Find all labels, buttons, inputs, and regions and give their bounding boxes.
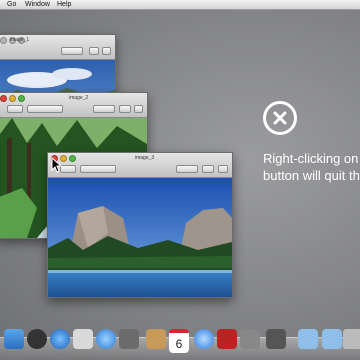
photo-icon[interactable] [119,329,139,349]
sidebar-control[interactable] [93,105,115,113]
instruction-text: Right-clicking on button will quit th [263,150,360,184]
view-mode-control[interactable] [80,165,116,173]
circle-x-icon [263,101,297,135]
safari-icon[interactable] [96,329,116,349]
window-titlebar[interactable]: image_3 [48,153,232,178]
finder-icon[interactable] [4,329,24,349]
minimize-button[interactable] [9,95,16,102]
edit-button[interactable] [102,47,111,55]
edit-button[interactable] [218,165,228,173]
trash-icon[interactable] [343,329,360,349]
window-titlebar[interactable]: image_1 [0,35,115,60]
yosemite-valley-image [48,178,232,297]
view-mode-control[interactable] [61,47,83,55]
dashboard-icon[interactable] [27,329,47,349]
folder-icon[interactable] [298,329,318,349]
menu-help[interactable]: Help [57,0,71,10]
menu-window[interactable]: Window [25,0,50,10]
window-controls [0,95,25,102]
folder-icon[interactable] [322,329,342,349]
close-button[interactable] [0,37,7,44]
zoom-control[interactable] [202,165,214,173]
zoom-button[interactable] [18,95,25,102]
mouse-cursor-icon [51,157,63,173]
dock: 6 [0,323,360,360]
preview-icon[interactable] [266,329,286,349]
instruction-line-1: Right-clicking on [263,151,359,166]
instruction-line-2: button will quit th [263,168,360,183]
close-button[interactable] [0,95,7,102]
window-title: image_1 [10,37,30,43]
zoom-button[interactable] [69,155,76,162]
nav-control[interactable] [7,105,23,113]
launchpad-icon[interactable] [50,329,70,349]
calendar-icon[interactable]: 6 [169,329,189,353]
sidebar-control[interactable] [176,165,198,173]
photo-booth-icon[interactable] [217,329,237,349]
mail-icon[interactable] [73,329,93,349]
window-titlebar[interactable]: image_2 [0,93,147,118]
zoom-control[interactable] [89,47,99,55]
system-preferences-icon[interactable] [240,329,260,349]
window-image-3[interactable]: image_3 [47,152,233,298]
menu-bar: Go Window Help [0,0,360,10]
itunes-icon[interactable] [194,329,214,349]
zoom-control[interactable] [119,105,131,113]
menu-go[interactable]: Go [7,0,16,10]
window-title: image_3 [135,155,155,161]
image-3-photo [48,178,232,297]
window-title: image_2 [69,95,89,101]
edit-button[interactable] [134,105,143,113]
contacts-icon[interactable] [146,329,166,349]
view-mode-control[interactable] [27,105,63,113]
